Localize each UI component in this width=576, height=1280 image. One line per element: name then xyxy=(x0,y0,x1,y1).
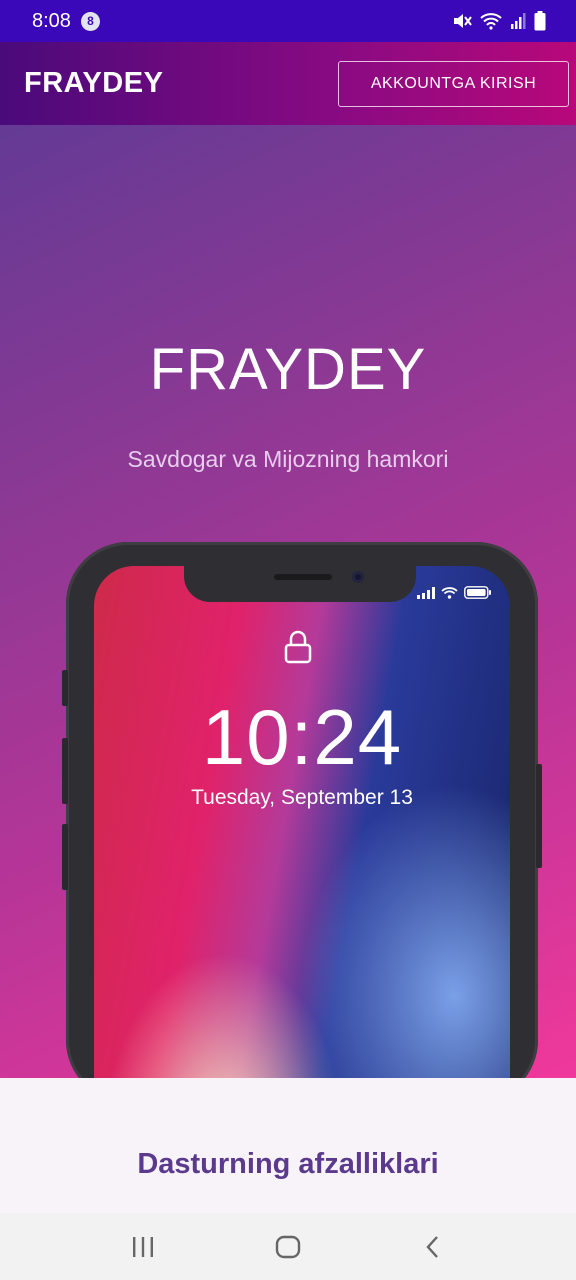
mute-icon xyxy=(454,14,472,28)
features-section: Dasturning afzalliklari xyxy=(0,1078,576,1213)
signal-icon xyxy=(417,586,435,599)
phone-power-button xyxy=(536,764,542,868)
signal-icon xyxy=(511,13,526,29)
notification-badge: 8 xyxy=(80,11,100,31)
status-bar-left: 8:08 8 xyxy=(32,10,100,33)
status-bar: 8:08 8 xyxy=(0,0,576,42)
battery-icon xyxy=(534,11,546,31)
back-button[interactable] xyxy=(403,1222,463,1272)
phone-camera xyxy=(352,571,364,583)
lock-screen-date: Tuesday, September 13 xyxy=(191,786,413,809)
hero-subtitle: Savdogar va Mijozning hamkori xyxy=(127,446,449,472)
phone-side-button xyxy=(62,738,68,804)
home-icon xyxy=(275,1235,301,1258)
recents-icon xyxy=(132,1236,153,1257)
back-icon xyxy=(426,1235,439,1258)
login-button[interactable]: AKKOUNTGA KIRISH xyxy=(338,60,569,107)
brand-logo[interactable]: FRAYDEY xyxy=(24,67,163,100)
lock-screen-time: 10:24 xyxy=(201,693,403,781)
wifi-icon xyxy=(480,13,502,30)
phone-screen: 10:24 Tuesday, September 13 xyxy=(94,566,510,1078)
app-bar: FRAYDEY AKKOUNTGA KIRISH xyxy=(0,42,576,125)
phone-speaker xyxy=(274,574,332,580)
wifi-icon xyxy=(441,587,458,599)
phone-mockup: 10:24 Tuesday, September 13 xyxy=(62,542,542,1078)
section-title: Dasturning afzalliklari xyxy=(137,1148,439,1180)
battery-icon xyxy=(464,586,491,599)
phone-notch xyxy=(184,566,416,602)
recents-button[interactable] xyxy=(113,1222,173,1272)
hero-section: FRAYDEY AKKOUNTGA KIRISH FRAYDEY Savdoga… xyxy=(0,42,576,1078)
status-bar-right xyxy=(452,11,546,31)
navigation-bar xyxy=(0,1213,576,1280)
lock-icon xyxy=(284,630,312,664)
home-button[interactable] xyxy=(258,1222,318,1272)
status-time: 8:08 xyxy=(32,9,71,32)
phone-side-button xyxy=(62,670,68,706)
hero-title: FRAYDEY xyxy=(149,337,427,402)
phone-side-button xyxy=(62,824,68,890)
phone-status-icons xyxy=(417,586,492,599)
